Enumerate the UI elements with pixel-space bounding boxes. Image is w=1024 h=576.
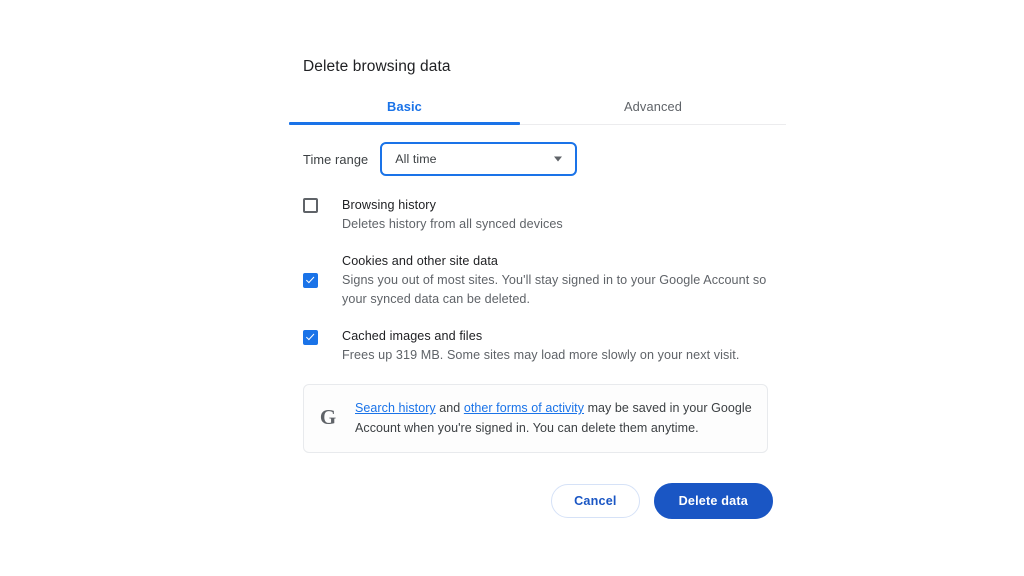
cancel-button[interactable]: Cancel	[551, 484, 640, 518]
option-description: Frees up 319 MB. Some sites may load mor…	[342, 347, 740, 362]
google-g-icon: G	[319, 405, 337, 429]
option-text: Cached images and files Frees up 319 MB.…	[342, 327, 786, 366]
option-title: Cookies and other site data	[342, 253, 499, 268]
chevron-down-icon	[554, 156, 563, 162]
checkbox-cached-images-files[interactable]	[303, 329, 318, 345]
tab-active-indicator	[289, 122, 520, 125]
page-title: Delete browsing data	[303, 58, 451, 75]
search-history-link[interactable]: Search history	[355, 401, 436, 415]
delete-browsing-data-dialog: Delete browsing data Basic Advanced Time…	[289, 56, 786, 519]
option-text: Browsing history Deletes history from al…	[342, 196, 786, 235]
delete-data-button[interactable]: Delete data	[653, 483, 773, 519]
dialog-footer: Cancel Delete data	[289, 483, 786, 519]
option-browsing-history[interactable]: Browsing history Deletes history from al…	[303, 196, 786, 235]
time-range-label: Time range	[303, 151, 369, 167]
tab-basic[interactable]: Basic	[289, 96, 520, 125]
option-cached-images-files[interactable]: Cached images and files Frees up 319 MB.…	[303, 327, 786, 366]
tab-basic-label: Basic	[387, 99, 422, 114]
time-range-selected-value: All time	[395, 152, 437, 166]
options-list: Browsing history Deletes history from al…	[289, 196, 786, 365]
option-text: Cookies and other site data Signs you ou…	[342, 252, 786, 310]
option-description: Signs you out of most sites. You'll stay…	[342, 272, 767, 307]
tab-bar: Basic Advanced	[289, 96, 786, 125]
option-title: Cached images and files	[342, 328, 483, 343]
option-title: Browsing history	[342, 198, 436, 212]
other-forms-of-activity-link[interactable]: other forms of activity	[464, 401, 584, 415]
info-box-text: Search history and other forms of activi…	[355, 398, 752, 438]
checkbox-browsing-history[interactable]	[303, 198, 318, 213]
google-account-info-box: G Search history and other forms of acti…	[303, 384, 768, 453]
option-cookies-site-data[interactable]: Cookies and other site data Signs you ou…	[303, 252, 786, 310]
time-range-row: Time range All time	[289, 142, 786, 176]
option-description: Deletes history from all synced devices	[342, 217, 563, 231]
info-between-text: and	[435, 401, 464, 415]
time-range-select[interactable]: All time	[380, 142, 578, 176]
tab-advanced[interactable]: Advanced	[520, 96, 786, 125]
tab-advanced-label: Advanced	[623, 99, 683, 114]
checkbox-cookies-site-data[interactable]	[303, 272, 318, 288]
